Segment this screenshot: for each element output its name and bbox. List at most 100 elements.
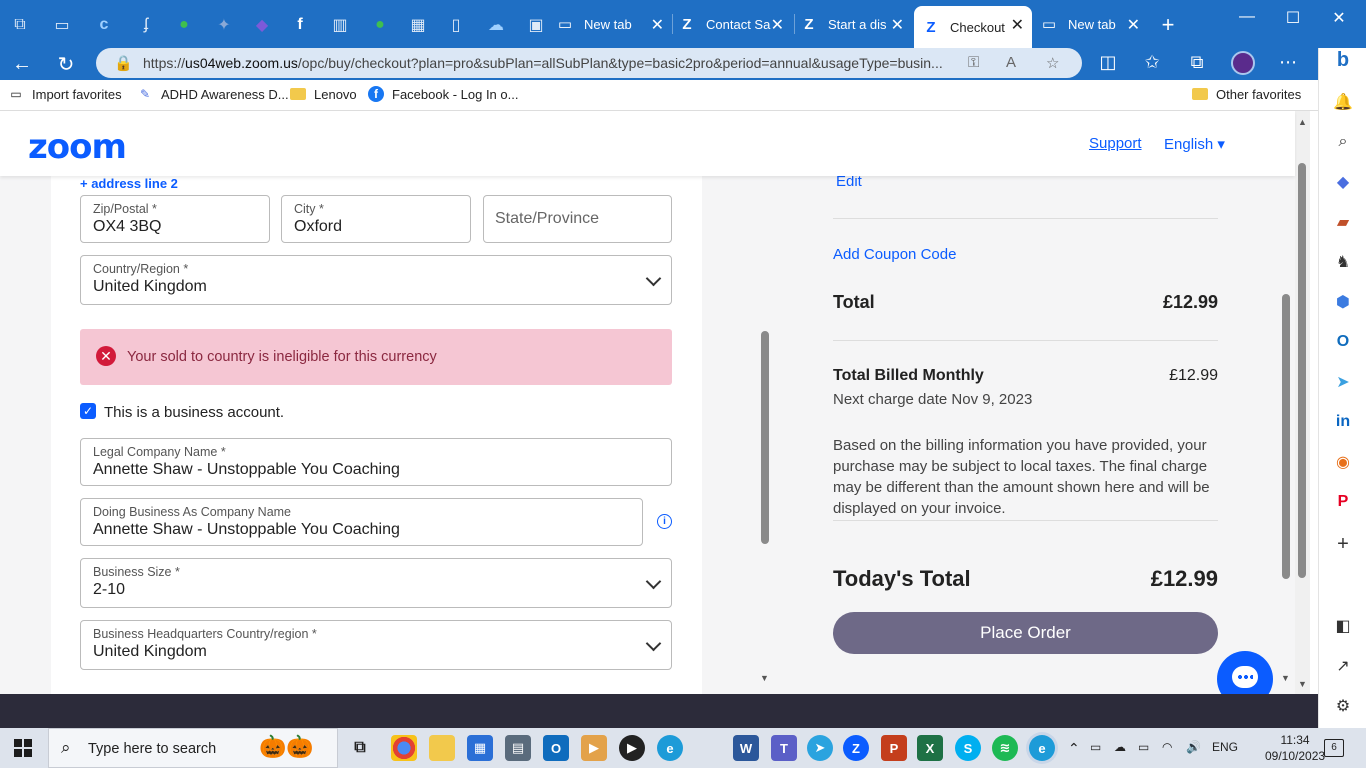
more-menu-icon[interactable]: ⋯: [1274, 52, 1302, 73]
powerpoint-icon[interactable]: P: [881, 735, 907, 761]
scroll-up-icon[interactable]: ▲: [1298, 117, 1307, 127]
search-icon[interactable]: ⌕: [1331, 130, 1355, 154]
task-view-icon[interactable]: ⧉: [347, 735, 373, 761]
page-scrollbar-thumb[interactable]: [1298, 163, 1306, 578]
wifi-icon[interactable]: ◠: [1162, 740, 1172, 754]
network-icon[interactable]: ▭: [1090, 740, 1101, 754]
microsoft-365-icon[interactable]: ⬢: [1331, 290, 1355, 314]
notification-center-icon[interactable]: 6: [1324, 739, 1344, 757]
other-favorites[interactable]: Other favorites: [1192, 86, 1301, 102]
pinned-facebook-icon[interactable]: f: [288, 13, 312, 37]
lock-icon[interactable]: 🔒: [114, 54, 133, 72]
maximize-icon[interactable]: ☐: [1278, 8, 1308, 28]
chrome-icon[interactable]: [391, 735, 417, 761]
favorite-lenovo[interactable]: Lenovo: [290, 86, 357, 102]
games-icon[interactable]: ♞: [1331, 250, 1355, 274]
battery-icon[interactable]: ▭: [1138, 740, 1149, 754]
dba-name-field[interactable]: Doing Business As Company Name Annette S…: [80, 498, 643, 546]
favorite-facebook[interactable]: f Facebook - Log In o...: [368, 86, 518, 102]
business-account-checkbox[interactable]: ✓: [80, 403, 96, 419]
close-tab-icon[interactable]: ✕: [891, 15, 904, 35]
microsoft-store-icon[interactable]: ▦: [467, 735, 493, 761]
hide-sidebar-icon[interactable]: ◧: [1331, 614, 1355, 638]
volume-icon[interactable]: 🔊: [1186, 740, 1201, 754]
language-selector[interactable]: English ▾: [1164, 135, 1225, 153]
key-icon[interactable]: ⚿: [968, 54, 979, 71]
edge-taskbar-icon[interactable]: e: [657, 735, 683, 761]
pinned-tab-4-icon[interactable]: ✦: [212, 13, 236, 37]
new-tab-plus-icon[interactable]: +: [1156, 12, 1180, 37]
form-scrollbar-thumb[interactable]: [761, 331, 769, 544]
city-field[interactable]: City * Oxford: [281, 195, 471, 243]
tab-checkout[interactable]: Z Checkout ✕: [914, 6, 1032, 48]
country-select[interactable]: Country/Region * United Kingdom: [80, 255, 672, 305]
close-tab-icon[interactable]: ✕: [1011, 15, 1024, 35]
close-tab-icon[interactable]: ✕: [1127, 15, 1140, 35]
address-bar[interactable]: 🔒 https://us04web.zoom.us/opc/buy/checko…: [96, 48, 1082, 78]
add-coupon-link[interactable]: Add Coupon Code: [833, 246, 956, 263]
favorites-icon[interactable]: ✩: [1138, 52, 1166, 73]
hq-country-select[interactable]: Business Headquarters Country/region * U…: [80, 620, 672, 670]
skype-icon[interactable]: S: [955, 735, 981, 761]
pinned-tab-8-icon[interactable]: ●: [368, 13, 392, 37]
telegram-icon[interactable]: ➤: [807, 735, 833, 761]
pinned-tab-11-icon[interactable]: ☁: [484, 13, 508, 37]
tab-start-discussion[interactable]: Z Start a dis ✕: [800, 6, 912, 42]
pinned-tab-5-icon[interactable]: ◆: [250, 13, 274, 37]
pinned-tab-10-icon[interactable]: ▯: [444, 13, 468, 37]
state-field[interactable]: State/Province: [483, 195, 672, 243]
favorite-import[interactable]: ▭ Import favorites: [8, 86, 121, 102]
spotify-icon[interactable]: ≋: [992, 735, 1018, 761]
bing-copilot-icon[interactable]: b: [1331, 48, 1355, 72]
summary-scrollbar-thumb[interactable]: [1282, 294, 1290, 579]
tools-briefcase-icon[interactable]: ▰: [1331, 210, 1355, 234]
business-account-label[interactable]: This is a business account.: [104, 404, 284, 421]
linkedin-icon[interactable]: in: [1331, 410, 1355, 434]
scroll-down-icon[interactable]: ▼: [1298, 679, 1307, 689]
favorite-adhd[interactable]: ✎ ADHD Awareness D...: [137, 86, 289, 102]
info-icon[interactable]: i: [657, 514, 672, 529]
play-icon[interactable]: ▶: [619, 735, 645, 761]
workspaces-icon[interactable]: ⧉: [8, 13, 32, 37]
refresh-icon[interactable]: ↻: [52, 50, 80, 78]
tab-contact-sales[interactable]: Z Contact Sa ✕: [678, 6, 792, 42]
favorite-star-icon[interactable]: ☆: [1046, 54, 1059, 72]
outlook-icon[interactable]: O: [1331, 330, 1355, 354]
send-icon[interactable]: ➤: [1331, 370, 1355, 394]
minimize-icon[interactable]: —: [1232, 8, 1262, 26]
onedrive-icon[interactable]: ☁: [1114, 740, 1126, 754]
tab-new-tab-2[interactable]: ▭ New tab ✕: [1040, 6, 1148, 42]
pinned-tab-2-icon[interactable]: ʄ: [134, 13, 158, 37]
zoom-logo[interactable]: zoom: [28, 127, 127, 167]
zoom-taskbar-icon[interactable]: Z: [843, 735, 869, 761]
pinned-tab-3-icon[interactable]: ●: [172, 13, 196, 37]
profile-avatar[interactable]: [1231, 51, 1255, 75]
media-player-icon[interactable]: ▶: [581, 735, 607, 761]
app-orange-icon[interactable]: ◉: [1331, 450, 1355, 474]
business-size-select[interactable]: Business Size * 2-10: [80, 558, 672, 608]
close-tab-icon[interactable]: ✕: [771, 15, 784, 35]
tray-overflow-icon[interactable]: ⌃: [1068, 740, 1080, 757]
pinned-tab-1-icon[interactable]: c: [92, 13, 116, 37]
excel-icon[interactable]: X: [917, 735, 943, 761]
sidebar-settings-icon[interactable]: ⚙: [1331, 694, 1355, 718]
tab-new-tab-1[interactable]: ▭ New tab ✕: [556, 6, 672, 42]
file-explorer-icon[interactable]: [429, 735, 455, 761]
teams-icon[interactable]: T: [771, 735, 797, 761]
pinned-tab-9-icon[interactable]: ▦: [406, 13, 430, 37]
shopping-tag-icon[interactable]: ◆: [1331, 170, 1355, 194]
zip-field[interactable]: Zip/Postal * OX4 3BQ: [80, 195, 270, 243]
word-icon[interactable]: W: [733, 735, 759, 761]
support-link[interactable]: Support: [1089, 135, 1142, 152]
legal-company-name-field[interactable]: Legal Company Name * Annette Shaw - Unst…: [80, 438, 672, 486]
url-text[interactable]: https://us04web.zoom.us/opc/buy/checkout…: [143, 55, 963, 71]
back-arrow-icon[interactable]: ←: [8, 50, 36, 78]
taskbar-clock[interactable]: 11:34 09/10/2023: [1265, 732, 1325, 764]
pinned-tab-7-icon[interactable]: ▥: [328, 13, 352, 37]
summary-scroll-down-icon[interactable]: ▼: [1281, 673, 1290, 683]
read-aloud-icon[interactable]: A: [1006, 54, 1016, 71]
place-order-button[interactable]: Place Order: [833, 612, 1218, 654]
form-scroll-down-icon[interactable]: ▼: [760, 673, 769, 683]
input-language[interactable]: ENG: [1212, 740, 1238, 754]
calculator-icon[interactable]: ▤: [505, 735, 531, 761]
